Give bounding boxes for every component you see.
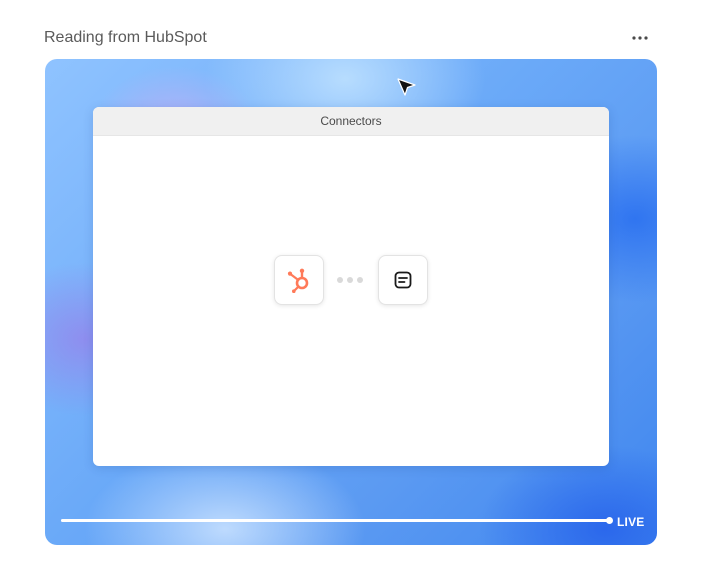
more-horizontal-icon	[632, 36, 648, 40]
playback-progress-fill	[61, 519, 609, 522]
mouse-cursor-icon	[397, 78, 416, 96]
connection-dot	[347, 277, 353, 283]
connection-dot	[337, 277, 343, 283]
connection-dots	[337, 277, 363, 283]
hubspot-icon	[287, 268, 309, 293]
document-icon	[394, 271, 412, 289]
live-preview[interactable]: Connectors LIVE	[45, 59, 657, 545]
playback-progress-bar[interactable]	[61, 517, 613, 524]
connectors-window: Connectors	[93, 107, 609, 466]
card-title: Reading from HubSpot	[44, 29, 207, 46]
document-tile	[378, 255, 428, 305]
recording-card: Reading from HubSpot Connectors LIVE	[0, 0, 701, 573]
hubspot-tile	[274, 255, 324, 305]
live-badge: LIVE	[617, 515, 645, 529]
playback-scrubber-handle[interactable]	[606, 517, 613, 524]
more-options-button[interactable]	[626, 28, 654, 48]
window-title: Connectors	[93, 107, 609, 136]
connection-dot	[357, 277, 363, 283]
